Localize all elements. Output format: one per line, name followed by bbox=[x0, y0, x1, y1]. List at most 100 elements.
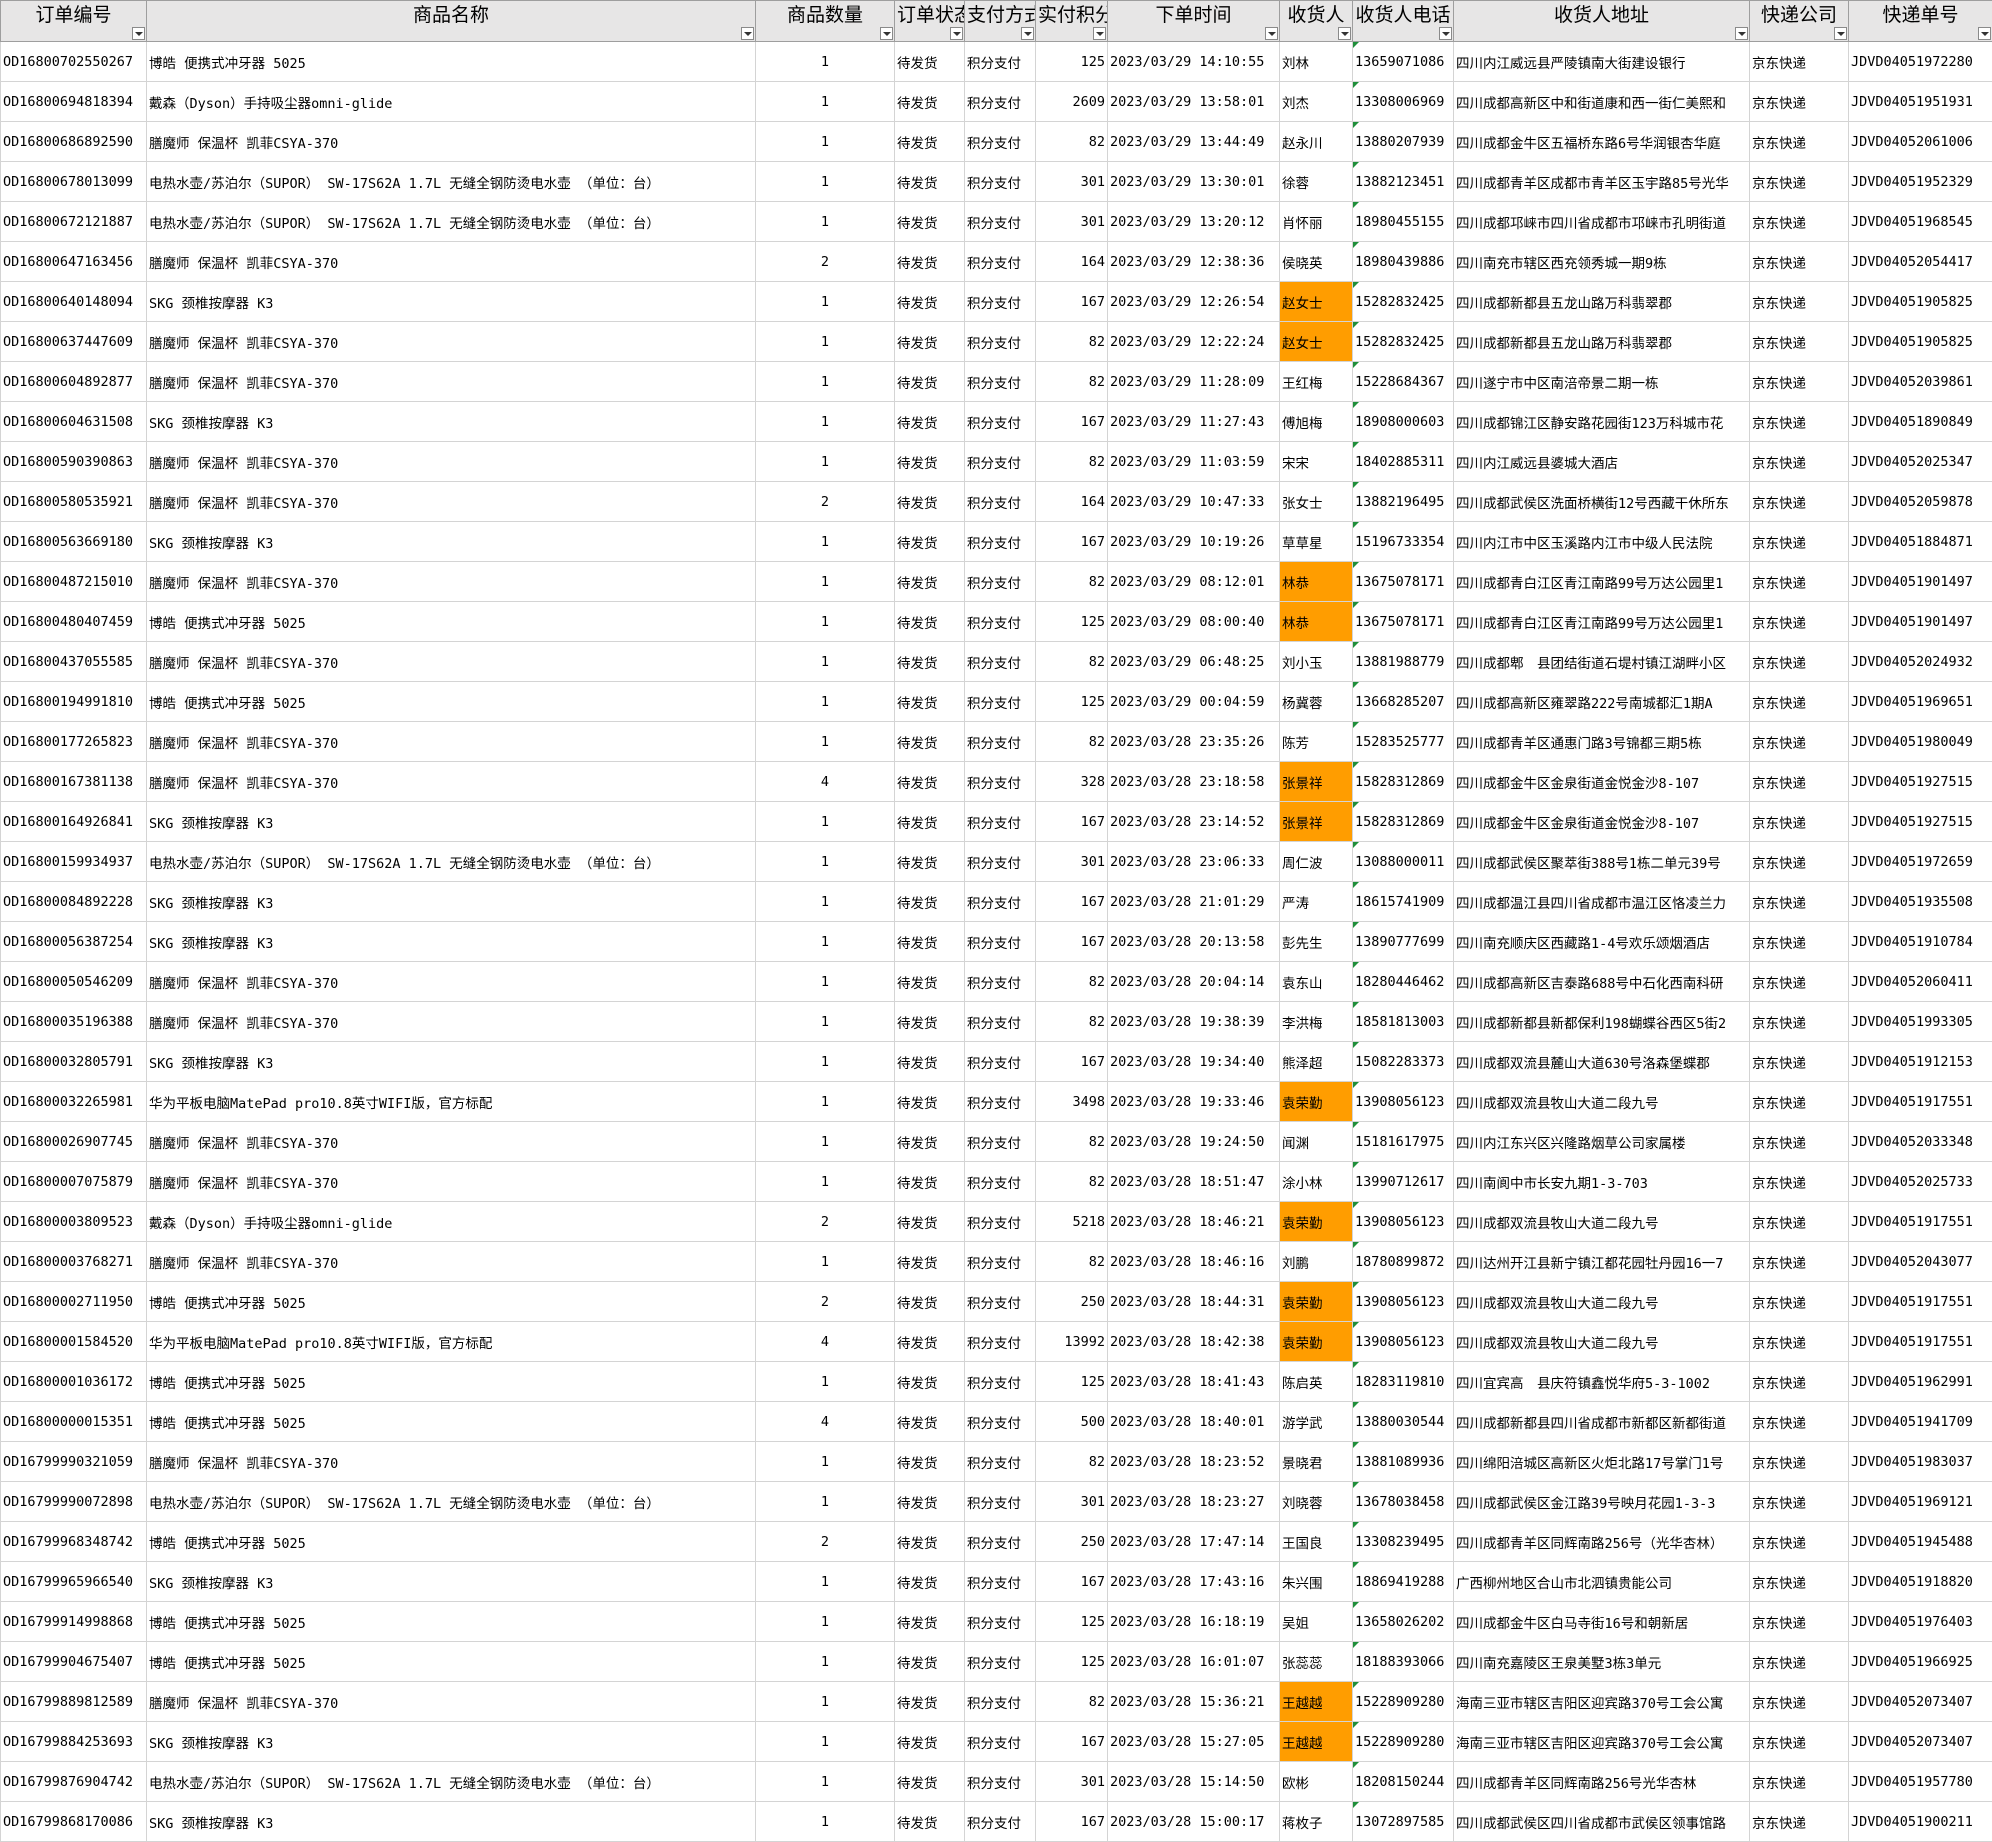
cell-order-time[interactable]: 2023/03/29 11:03:59 bbox=[1108, 442, 1280, 482]
cell-order-time[interactable]: 2023/03/29 12:22:24 bbox=[1108, 322, 1280, 362]
cell-order-id[interactable]: OD16799876904742 bbox=[1, 1762, 147, 1802]
cell-recipient-phone[interactable]: 15228909280 bbox=[1353, 1722, 1454, 1762]
cell-order-id[interactable]: OD16800580535921 bbox=[1, 482, 147, 522]
cell-courier[interactable]: 京东快递 bbox=[1750, 1202, 1849, 1242]
cell-courier[interactable]: 京东快递 bbox=[1750, 642, 1849, 682]
cell-recipient-address[interactable]: 四川成都双流县牧山大道二段九号 bbox=[1454, 1082, 1750, 1122]
cell-order-id[interactable]: OD16800194991810 bbox=[1, 682, 147, 722]
cell-order-status[interactable]: 待发货 bbox=[895, 962, 965, 1002]
cell-order-status[interactable]: 待发货 bbox=[895, 1562, 965, 1602]
cell-tracking-number[interactable]: JDVD04051966925 bbox=[1849, 1642, 1992, 1682]
cell-order-status[interactable]: 待发货 bbox=[895, 1242, 965, 1282]
cell-recipient-address[interactable]: 四川成都高新区雍翠路222号南城都汇1期A bbox=[1454, 682, 1750, 722]
cell-courier[interactable]: 京东快递 bbox=[1750, 1482, 1849, 1522]
cell-recipient-address[interactable]: 四川成都金牛区金泉街道金悦金沙8-107 bbox=[1454, 762, 1750, 802]
cell-tracking-number[interactable]: JDVD04051884871 bbox=[1849, 522, 1992, 562]
cell-recipient[interactable]: 刘鹏 bbox=[1280, 1242, 1353, 1282]
cell-quantity[interactable]: 1 bbox=[756, 1362, 895, 1402]
cell-product-name[interactable]: 电热水壶/苏泊尔（SUPOR） SW-17S62A 1.7L 无缝全钢防烫电水壶… bbox=[147, 202, 756, 242]
cell-product-name[interactable]: 博皓 便携式冲牙器 5025 bbox=[147, 682, 756, 722]
cell-recipient-phone[interactable]: 18283119810 bbox=[1353, 1362, 1454, 1402]
cell-order-time[interactable]: 2023/03/29 12:38:36 bbox=[1108, 242, 1280, 282]
filter-dropdown-icon[interactable] bbox=[132, 27, 145, 40]
cell-order-time[interactable]: 2023/03/28 15:36:21 bbox=[1108, 1682, 1280, 1722]
cell-order-id[interactable]: OD16799990321059 bbox=[1, 1442, 147, 1482]
cell-recipient[interactable]: 刘杰 bbox=[1280, 82, 1353, 122]
cell-payment-method[interactable]: 积分支付 bbox=[965, 562, 1036, 602]
cell-courier[interactable]: 京东快递 bbox=[1750, 1282, 1849, 1322]
cell-courier[interactable]: 京东快递 bbox=[1750, 1802, 1849, 1842]
cell-payment-method[interactable]: 积分支付 bbox=[965, 282, 1036, 322]
header-payment-method[interactable]: 支付方式 bbox=[965, 1, 1036, 42]
cell-order-status[interactable]: 待发货 bbox=[895, 1002, 965, 1042]
cell-order-id[interactable]: OD16799990072898 bbox=[1, 1482, 147, 1522]
cell-recipient-address[interactable]: 四川成都青羊区同辉南路256号光华杏林 bbox=[1454, 1762, 1750, 1802]
cell-points-paid[interactable]: 5218 bbox=[1036, 1202, 1108, 1242]
cell-order-time[interactable]: 2023/03/29 10:19:26 bbox=[1108, 522, 1280, 562]
cell-recipient[interactable]: 欧彬 bbox=[1280, 1762, 1353, 1802]
cell-recipient[interactable]: 李洪梅 bbox=[1280, 1002, 1353, 1042]
cell-points-paid[interactable]: 250 bbox=[1036, 1282, 1108, 1322]
cell-quantity[interactable]: 1 bbox=[756, 522, 895, 562]
cell-points-paid[interactable]: 301 bbox=[1036, 162, 1108, 202]
cell-recipient[interactable]: 蒋枚子 bbox=[1280, 1802, 1353, 1842]
cell-order-id[interactable]: OD16800002711950 bbox=[1, 1282, 147, 1322]
cell-courier[interactable]: 京东快递 bbox=[1750, 1722, 1849, 1762]
cell-order-status[interactable]: 待发货 bbox=[895, 242, 965, 282]
cell-tracking-number[interactable]: JDVD04051945488 bbox=[1849, 1522, 1992, 1562]
cell-recipient-address[interactable]: 四川成都锦江区静安路花园街123万科城市花 bbox=[1454, 402, 1750, 442]
cell-recipient-phone[interactable]: 15228684367 bbox=[1353, 362, 1454, 402]
cell-quantity[interactable]: 1 bbox=[756, 122, 895, 162]
cell-recipient-address[interactable]: 广西柳州地区合山市北泗镇贵能公司 bbox=[1454, 1562, 1750, 1602]
cell-product-name[interactable]: 膳魔师 保温杯 凯菲CSYA-370 bbox=[147, 562, 756, 602]
cell-recipient[interactable]: 赵永川 bbox=[1280, 122, 1353, 162]
cell-payment-method[interactable]: 积分支付 bbox=[965, 1762, 1036, 1802]
cell-recipient-address[interactable]: 四川宜宾高 县庆符镇鑫悦华府5-3-1002 bbox=[1454, 1362, 1750, 1402]
cell-points-paid[interactable]: 167 bbox=[1036, 1562, 1108, 1602]
cell-order-status[interactable]: 待发货 bbox=[895, 402, 965, 442]
cell-recipient[interactable]: 袁荣勤 bbox=[1280, 1082, 1353, 1122]
cell-quantity[interactable]: 1 bbox=[756, 602, 895, 642]
cell-order-status[interactable]: 待发货 bbox=[895, 602, 965, 642]
cell-quantity[interactable]: 2 bbox=[756, 1202, 895, 1242]
cell-quantity[interactable]: 1 bbox=[756, 1002, 895, 1042]
filter-dropdown-icon[interactable] bbox=[1439, 27, 1452, 40]
cell-order-status[interactable]: 待发货 bbox=[895, 42, 965, 82]
cell-recipient[interactable]: 赵女士 bbox=[1280, 322, 1353, 362]
cell-order-status[interactable]: 待发货 bbox=[895, 122, 965, 162]
cell-order-status[interactable]: 待发货 bbox=[895, 362, 965, 402]
cell-quantity[interactable]: 1 bbox=[756, 1762, 895, 1802]
cell-recipient-address[interactable]: 四川成都温江县四川省成都市温江区恪凌兰力 bbox=[1454, 882, 1750, 922]
cell-payment-method[interactable]: 积分支付 bbox=[965, 1202, 1036, 1242]
cell-points-paid[interactable]: 167 bbox=[1036, 1042, 1108, 1082]
cell-quantity[interactable]: 1 bbox=[756, 842, 895, 882]
cell-order-time[interactable]: 2023/03/29 12:26:54 bbox=[1108, 282, 1280, 322]
cell-courier[interactable]: 京东快递 bbox=[1750, 1602, 1849, 1642]
cell-order-status[interactable]: 待发货 bbox=[895, 682, 965, 722]
cell-payment-method[interactable]: 积分支付 bbox=[965, 602, 1036, 642]
cell-product-name[interactable]: 博皓 便携式冲牙器 5025 bbox=[147, 1522, 756, 1562]
cell-points-paid[interactable]: 13992 bbox=[1036, 1322, 1108, 1362]
cell-quantity[interactable]: 1 bbox=[756, 1122, 895, 1162]
cell-points-paid[interactable]: 167 bbox=[1036, 882, 1108, 922]
cell-points-paid[interactable]: 164 bbox=[1036, 482, 1108, 522]
cell-product-name[interactable]: 博皓 便携式冲牙器 5025 bbox=[147, 42, 756, 82]
cell-quantity[interactable]: 1 bbox=[756, 1602, 895, 1642]
cell-recipient-phone[interactable]: 13908056123 bbox=[1353, 1202, 1454, 1242]
cell-courier[interactable]: 京东快递 bbox=[1750, 1642, 1849, 1682]
filter-dropdown-icon[interactable] bbox=[741, 27, 754, 40]
cell-recipient-address[interactable]: 四川绵阳涪城区高新区火炬北路17号掌门1号 bbox=[1454, 1442, 1750, 1482]
cell-quantity[interactable]: 2 bbox=[756, 482, 895, 522]
cell-recipient-address[interactable]: 四川成都青白江区青江南路99号万达公园里1 bbox=[1454, 562, 1750, 602]
header-order-id[interactable]: 订单编号 bbox=[1, 1, 147, 42]
cell-product-name[interactable]: 膳魔师 保温杯 凯菲CSYA-370 bbox=[147, 1682, 756, 1722]
cell-recipient[interactable]: 袁荣勤 bbox=[1280, 1282, 1353, 1322]
cell-recipient-phone[interactable]: 13308239495 bbox=[1353, 1522, 1454, 1562]
cell-quantity[interactable]: 1 bbox=[756, 42, 895, 82]
cell-courier[interactable]: 京东快递 bbox=[1750, 282, 1849, 322]
cell-payment-method[interactable]: 积分支付 bbox=[965, 842, 1036, 882]
header-order-status[interactable]: 订单状态 bbox=[895, 1, 965, 42]
cell-courier[interactable]: 京东快递 bbox=[1750, 802, 1849, 842]
cell-payment-method[interactable]: 积分支付 bbox=[965, 962, 1036, 1002]
cell-order-time[interactable]: 2023/03/29 13:58:01 bbox=[1108, 82, 1280, 122]
